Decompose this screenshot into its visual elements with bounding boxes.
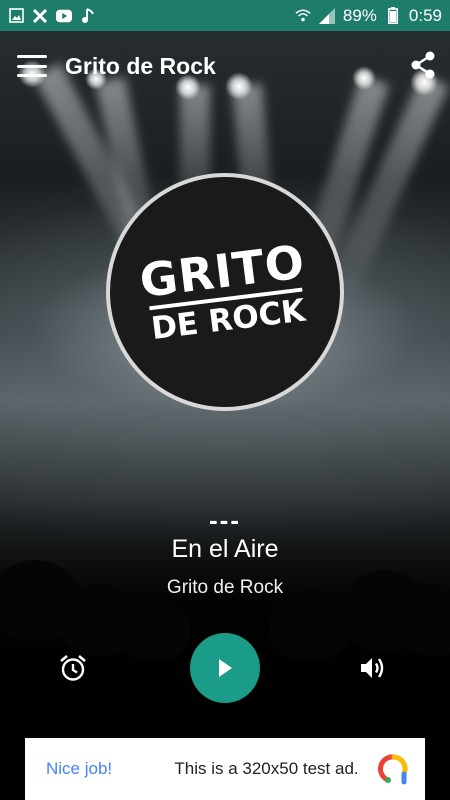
signal-icon	[318, 7, 335, 24]
hamburger-menu-icon[interactable]	[17, 55, 47, 77]
now-playing-title: En el Aire	[171, 535, 279, 563]
volume-icon[interactable]	[358, 654, 388, 682]
ad-cta[interactable]: Nice job!	[46, 759, 156, 779]
app-toolbar: Grito de Rock	[0, 31, 450, 101]
image-icon	[8, 8, 24, 24]
ad-banner[interactable]: Nice job! This is a 320x50 test ad.	[25, 738, 425, 800]
music-note-icon	[80, 7, 96, 24]
now-playing-station: Grito de Rock	[166, 577, 284, 598]
share-icon[interactable]	[410, 51, 436, 79]
youtube-icon	[56, 8, 72, 24]
ad-text: This is a 320x50 test ad.	[174, 759, 359, 778]
status-bar: 89% 0:59	[0, 0, 450, 31]
battery-percent: 89%	[342, 5, 377, 25]
page-title: Grito de Rock	[65, 52, 216, 79]
clock: 0:59	[408, 5, 442, 25]
alarm-clock-icon[interactable]	[58, 653, 88, 683]
track-placeholder: ---	[209, 505, 241, 535]
wifi-icon	[295, 8, 311, 24]
station-logo: GRITO DE ROCK	[106, 173, 344, 411]
x-icon	[32, 8, 48, 24]
battery-icon	[385, 7, 401, 24]
ad-logo-icon[interactable]	[377, 752, 411, 786]
play-button[interactable]	[190, 633, 260, 703]
play-icon	[219, 659, 232, 677]
